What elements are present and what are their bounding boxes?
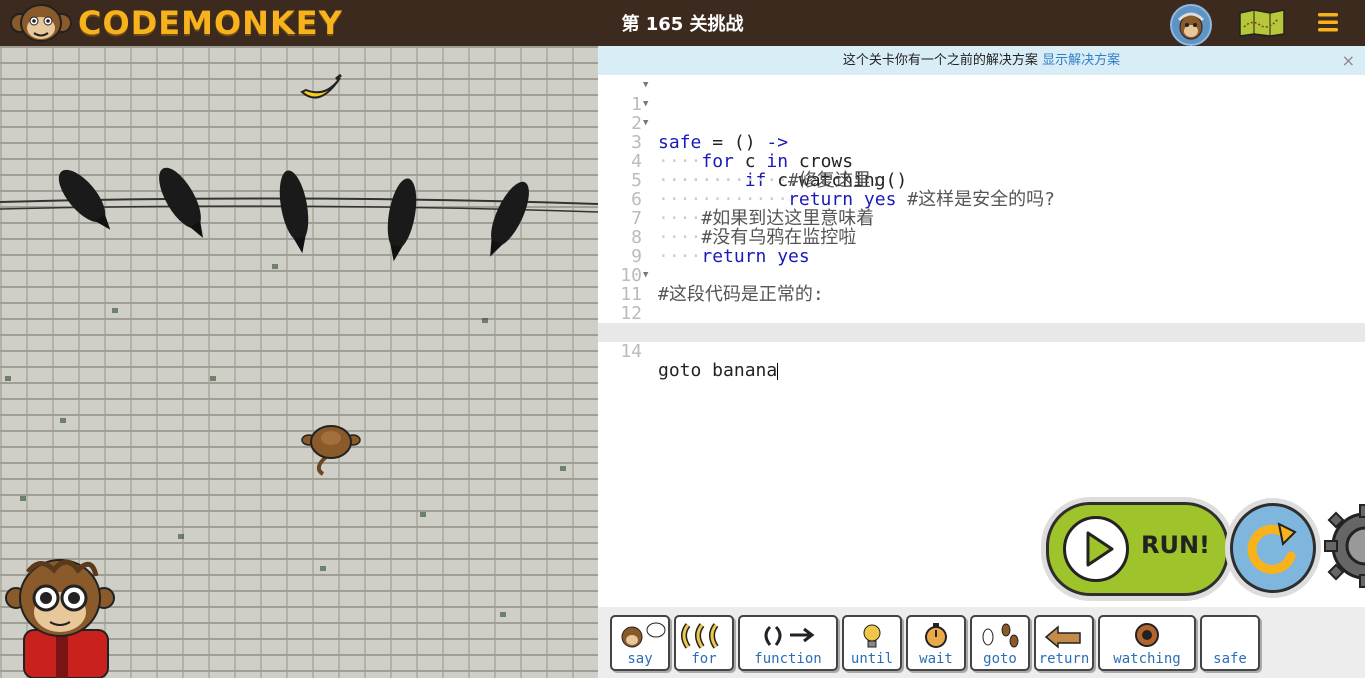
top-bar: CODEMONKEY 第 165 关挑战 (0, 0, 1365, 46)
crow-icon (490, 181, 529, 257)
tool-goto[interactable]: goto (970, 615, 1030, 671)
avatar-icon[interactable] (1170, 4, 1212, 46)
code-line[interactable]: 11 ▼ until safe() (598, 266, 1365, 342)
code-lines[interactable]: 1 ▼ safe = () -> 2 ▼ ····for c in crows … (598, 76, 1365, 380)
character-guide (5, 559, 115, 678)
crow-icon (159, 167, 203, 238)
tool-return[interactable]: return (1034, 615, 1094, 671)
fold-arrow-icon[interactable]: ▼ (643, 95, 648, 114)
reset-button[interactable] (1230, 503, 1316, 593)
tool-watching[interactable]: watching (1098, 615, 1196, 671)
footsteps-icon (982, 623, 1019, 648)
toolbox: say for function until wait goto return … (598, 607, 1365, 678)
crow-icon (387, 178, 417, 262)
bananas-icon (681, 623, 719, 649)
tool-for[interactable]: for (674, 615, 734, 671)
tool-function[interactable]: function (738, 615, 838, 671)
close-icon[interactable]: × (1342, 46, 1355, 75)
tool-say[interactable]: say (610, 615, 670, 671)
tool-label: return (1038, 651, 1090, 667)
fold-arrow-icon[interactable]: ▼ (643, 76, 648, 95)
tool-label: for (691, 651, 717, 667)
code-line[interactable]: 9 (598, 228, 1365, 266)
code-line-active[interactable]: 14 goto banana (598, 323, 1365, 380)
code-line[interactable]: 2 ▼ ····for c in crows (598, 95, 1365, 171)
gear-icon (1324, 504, 1365, 588)
code-line[interactable]: 12 ····say "Go away!" (598, 285, 1365, 342)
banana-icon (300, 73, 342, 99)
map-icon[interactable] (1238, 9, 1286, 37)
monkey-player-icon (301, 425, 361, 476)
code-line[interactable]: 4 ············#修复这里: (598, 133, 1365, 190)
page-title: 第 165 关挑战 (621, 14, 744, 35)
notice-text: 这个关卡你有一个之前的解决方案 (842, 53, 1038, 68)
code-line[interactable]: 1 ▼ safe = () -> (598, 76, 1365, 152)
show-solution-link[interactable]: 显示解决方案 (1042, 53, 1120, 68)
tool-label: say (627, 651, 653, 667)
game-scene (0, 73, 598, 678)
tool-label: safe (1213, 651, 1247, 667)
avatar-monkey-face (1177, 12, 1205, 40)
lightbulb-icon (863, 624, 881, 648)
code-line[interactable]: 6 ····#如果到达这里意味着 (598, 171, 1365, 228)
run-button[interactable]: RUN! (1046, 502, 1229, 596)
eye-icon (1135, 623, 1159, 647)
tool-label: watching (1113, 651, 1181, 667)
crow-icon (279, 170, 309, 254)
monkey-speech-icon (621, 622, 666, 648)
code-line[interactable]: 5 ············return yes #这样是安全的吗? (598, 152, 1365, 209)
previous-solution-notice: 这个关卡你有一个之前的解决方案 显示解决方案 × (598, 46, 1365, 75)
tool-safe[interactable]: safe (1200, 615, 1260, 671)
game-canvas (0, 46, 598, 678)
settings-button[interactable] (1323, 503, 1365, 589)
tool-label: wait (919, 651, 953, 667)
code-line[interactable]: 13 (598, 304, 1365, 342)
run-label: RUN! (1141, 531, 1210, 559)
code-text: goto banana (658, 360, 779, 381)
text-cursor (777, 362, 779, 380)
function-arrow-icon (764, 625, 815, 646)
reset-icon (1247, 522, 1297, 574)
tool-label: until (850, 651, 894, 667)
code-line[interactable]: 7 ····#没有乌鸦在监控啦 (598, 190, 1365, 247)
code-line[interactable]: 8 ····return yes (598, 209, 1365, 266)
code-line[interactable]: 3 ▼ ········if c.watching() (598, 114, 1365, 190)
line-number: 14 (620, 341, 642, 362)
return-arrow-icon (1044, 625, 1081, 649)
code-line[interactable]: 10 #这段代码是正常的: (598, 247, 1365, 304)
tool-label: goto (983, 651, 1017, 667)
stopwatch-icon (925, 623, 947, 648)
play-icon (1063, 516, 1129, 582)
tool-label: function (754, 651, 822, 667)
tool-wait[interactable]: wait (906, 615, 966, 671)
fold-arrow-icon[interactable]: ▼ (643, 266, 648, 285)
fold-arrow-icon[interactable]: ▼ (643, 114, 648, 133)
menu-icon[interactable] (1316, 10, 1340, 34)
tool-until[interactable]: until (842, 615, 902, 671)
